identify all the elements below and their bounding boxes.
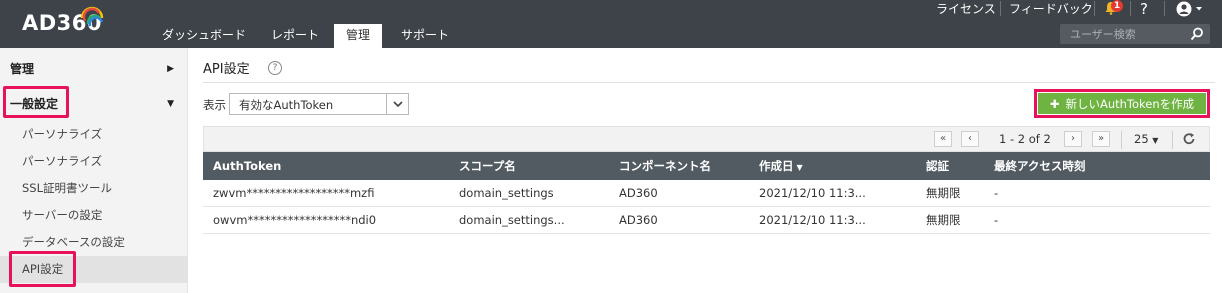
cell-auth: 無期限 [926,186,961,200]
filter-label: 表示 [203,98,226,112]
feedback-link[interactable]: フィードバック [1009,1,1093,17]
logo-arc-icon [80,6,104,27]
cell-created: 2021/12/10 11:3... [759,213,866,227]
help-icon[interactable]: ? [268,61,282,75]
sidebar-section-label: 管理 [10,62,35,76]
chevron-down-icon [393,101,403,108]
column-header-created-label: 作成日 [759,159,794,173]
cell-scope: domain_settings [459,186,554,200]
sidebar-section-label: 一般設定 [10,97,59,111]
column-header-created[interactable]: 作成日 ▼ [759,152,803,180]
sidebar-item-personalize[interactable]: パーソナライズ [0,121,188,148]
divider [1130,1,1131,16]
divider [203,82,1215,83]
top-bar: AD360 ダッシュボード レポート 管理 サポート ライセンス フィードバック… [0,0,1222,48]
tab-dashboard[interactable]: ダッシュボード [150,24,258,48]
user-search [1060,24,1210,44]
tab-admin[interactable]: 管理 [334,24,383,48]
cell-scope: domain_settings... [459,213,565,227]
column-header-last-access[interactable]: 最終アクセス時刻 [994,152,1085,180]
cell-component: AD360 [619,186,658,200]
divider [1000,1,1001,16]
first-page-icon[interactable]: « [934,131,952,147]
help-icon[interactable]: ? [1140,0,1148,18]
column-header-authtoken[interactable]: AuthToken [213,152,281,180]
caret-right-icon: ▶ [167,64,174,74]
divider [1121,131,1122,149]
column-header-auth[interactable]: 認証 [926,152,949,180]
next-page-icon[interactable]: › [1064,131,1082,147]
page-range: 1 - 2 of 2 [999,132,1051,146]
cell-last-access: - [994,213,999,227]
divider [1164,1,1165,16]
cell-auth: 無期限 [926,213,961,227]
divider [1172,131,1173,149]
tab-reports[interactable]: レポート [259,24,331,48]
cell-created: 2021/12/10 11:3... [759,186,866,200]
page-title: API設定 [203,62,250,77]
table-row[interactable]: zwvm******************mzfi domain_settin… [203,180,1210,207]
pagination-bar: « ‹ 1 - 2 of 2 › » 25 ▼ [203,126,1210,152]
column-header-scope[interactable]: スコープ名 [459,152,516,180]
table-row[interactable]: owvm******************ndi0 domain_settin… [203,207,1210,234]
previous-page-icon[interactable]: ‹ [961,131,979,147]
refresh-icon[interactable] [1182,132,1196,146]
search-icon[interactable] [1190,27,1204,41]
column-header-component[interactable]: コンポーネント名 [619,152,711,180]
page-size-select[interactable]: 25 ▼ [1134,132,1158,146]
page-size-value: 25 [1134,132,1149,146]
cell-last-access: - [994,186,999,200]
sidebar-section-admin[interactable]: 管理 ▶ [0,53,188,85]
table-header: AuthToken スコープ名 コンポーネント名 作成日 ▼ 認証 最終アクセス時… [203,152,1210,180]
sidebar-item-database-settings[interactable]: データベースの設定 [0,229,188,256]
cell-authtoken: zwvm******************mzfi [213,186,375,200]
create-authtoken-button[interactable]: ✚ 新しいAuthTokenを作成 [1038,93,1206,114]
token-filter-value: 有効なAuthToken [239,98,334,112]
sidebar-section-general[interactable]: 一般設定 ▼ [0,88,188,120]
sort-down-icon: ▼ [796,163,803,172]
create-authtoken-label: 新しいAuthTokenを作成 [1065,96,1195,111]
plus-icon: ✚ [1049,96,1060,111]
dropdown-button[interactable] [386,94,408,114]
caret-down-icon: ▼ [1152,136,1159,145]
sidebar-item-personalize-2[interactable]: パーソナライズ [0,148,188,175]
caret-down-icon: ▼ [167,99,174,109]
cell-authtoken: owvm******************ndi0 [213,213,377,227]
divider [1094,1,1095,16]
last-page-icon[interactable]: » [1092,131,1110,147]
sidebar-item-ssl-tool[interactable]: SSL証明書ツール [0,175,188,202]
user-account-icon[interactable] [1176,1,1206,17]
sidebar: 管理 ▶ 一般設定 ▼ パーソナライズ パーソナライズ SSL証明書ツール サー… [0,48,188,293]
tab-support[interactable]: サポート [389,24,461,48]
sidebar-item-server-settings[interactable]: サーバーの設定 [0,202,188,229]
sidebar-item-api-settings[interactable]: API設定 [0,256,188,283]
license-link[interactable]: ライセンス [936,1,996,17]
token-filter-select[interactable]: 有効なAuthToken [229,93,409,115]
notification-badge: 1 [1111,0,1123,12]
user-search-input[interactable] [1060,24,1186,44]
cell-component: AD360 [619,213,658,227]
